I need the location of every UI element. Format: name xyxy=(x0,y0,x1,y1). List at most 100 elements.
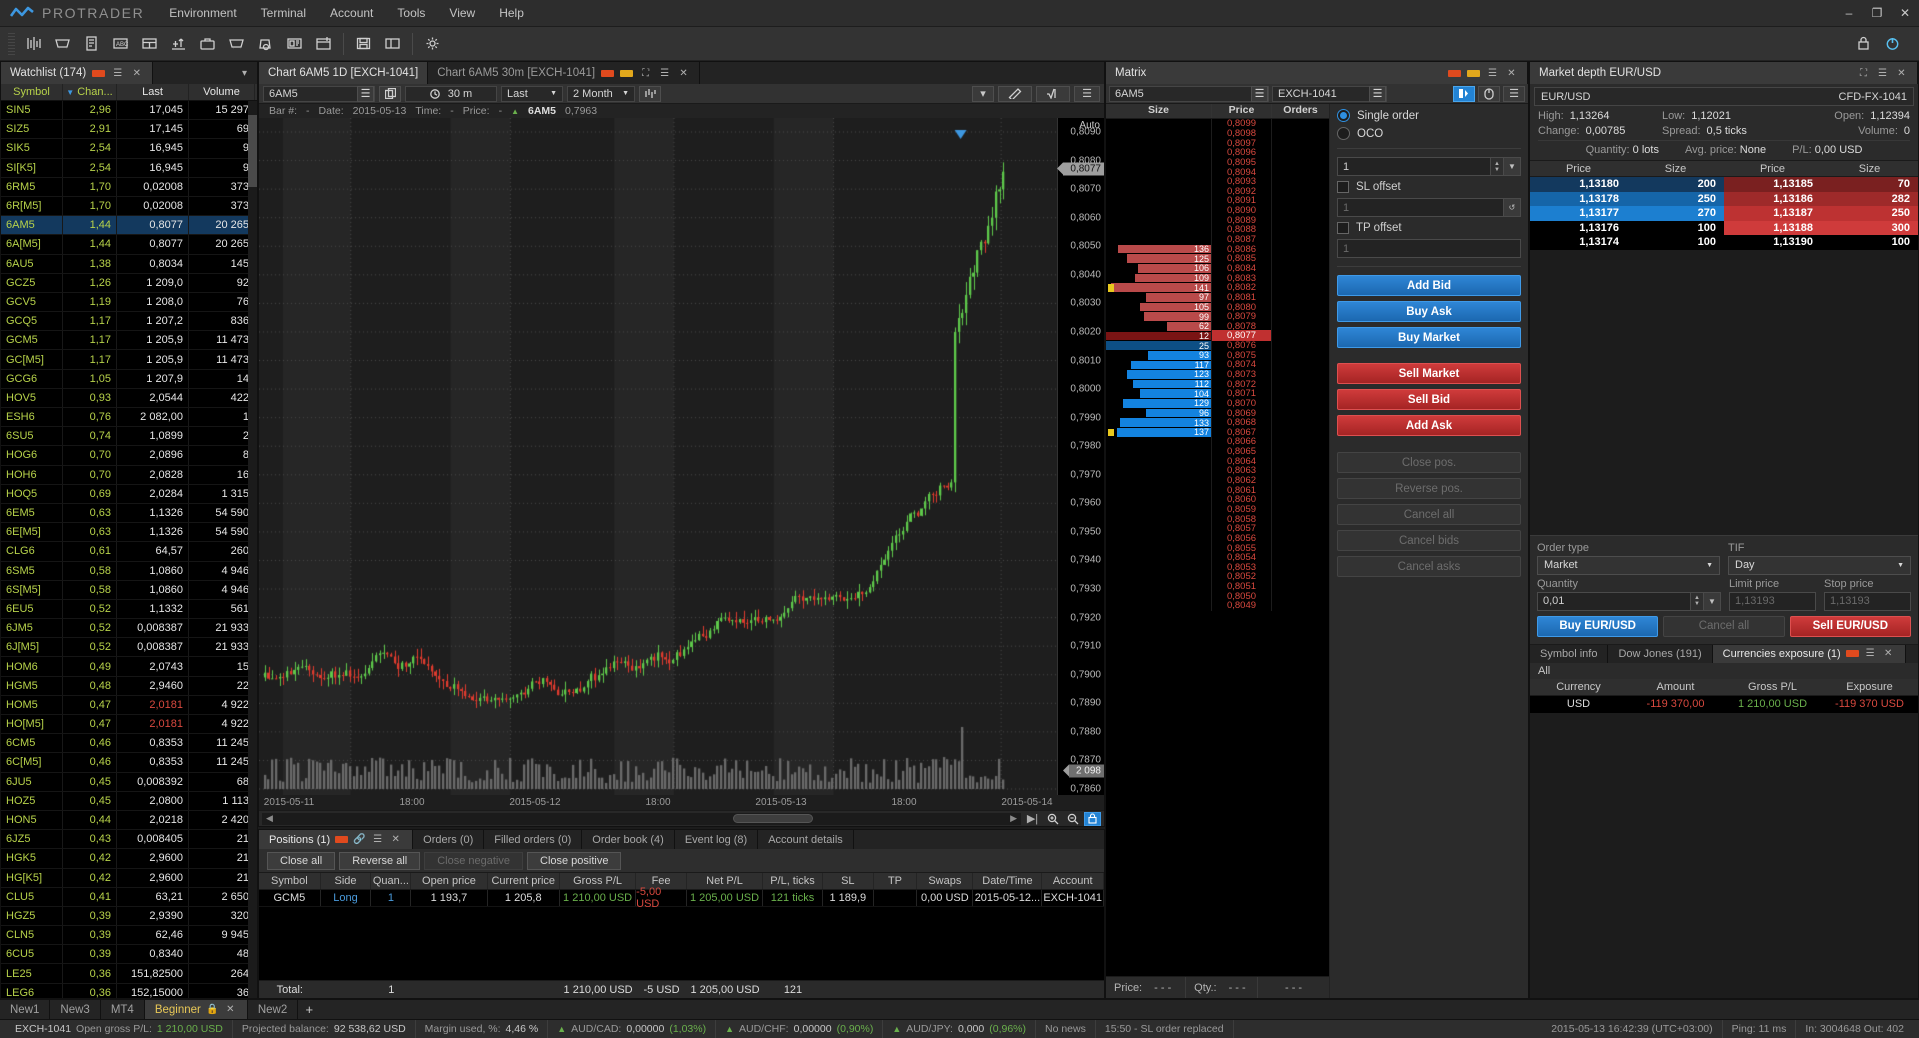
matrix-cell-orders[interactable] xyxy=(1271,215,1329,226)
calendar-icon[interactable] xyxy=(310,31,337,57)
matrix-cell-orders[interactable] xyxy=(1271,157,1329,168)
watchlist-col-symbol[interactable]: Symbol xyxy=(1,84,63,100)
positions-col-sl[interactable]: SL xyxy=(823,873,874,889)
watchlist-row[interactable]: 6JZ5 0,43 0,008405 21 xyxy=(1,830,257,850)
watchlist-dropdown-icon[interactable]: ▾ xyxy=(238,67,251,80)
sell-market-button[interactable]: Sell Market xyxy=(1337,363,1521,384)
watchlist-row[interactable]: 6EU5 0,52 1,1332 561 xyxy=(1,599,257,620)
watchlist-row[interactable]: HON5 0,44 2,0218 2 420 xyxy=(1,810,257,831)
report-icon[interactable] xyxy=(78,31,105,57)
chart-link-chip-red[interactable] xyxy=(601,69,615,77)
matrix-cell-size[interactable]: 137 xyxy=(1106,427,1211,437)
matrix-cell-orders[interactable] xyxy=(1271,340,1329,351)
chart-price-axis[interactable]: Auto 0,8090 0,8080 0,8070 0,8060 0,8050 0,804… xyxy=(1057,118,1104,795)
matrix-quantity-dropdown[interactable]: ▼ xyxy=(1504,157,1521,176)
matrix-cell-size[interactable] xyxy=(1106,514,1211,524)
watchlist-row[interactable]: 6SM5 0,58 1,0860 4 946 xyxy=(1,561,257,581)
tab-filled-orders[interactable]: Filled orders (0) xyxy=(484,830,583,849)
watchlist-row[interactable]: 6JM5 0,52 0,008387 21 933 xyxy=(1,619,257,639)
watchlist-row[interactable]: CLG6 0,61 64,57 260 xyxy=(1,542,257,562)
matrix-cell-size[interactable] xyxy=(1106,476,1211,486)
tab-order-book[interactable]: Order book (4) xyxy=(582,830,675,849)
matrix-order-marker[interactable] xyxy=(1108,283,1114,292)
matrix-link-chip-yellow[interactable] xyxy=(1467,69,1480,77)
matrix-cell-size[interactable]: 123 xyxy=(1106,369,1211,379)
matrix-quantity-arrows[interactable]: ▲ ▼ xyxy=(1491,157,1504,176)
positions-col-tp[interactable]: TP xyxy=(874,873,918,889)
positions-col-symbol[interactable]: Symbol xyxy=(259,873,321,889)
watchlist-row[interactable]: 6AU5 1,38 0,8034 145 xyxy=(1,254,257,274)
matrix-cell-orders[interactable] xyxy=(1271,475,1329,486)
matrix-cell-orders[interactable] xyxy=(1271,523,1329,534)
depth-quantity-stepper[interactable]: ▲▼ ▼ xyxy=(1537,591,1721,611)
watchlist-row[interactable]: HO[M5] 0,47 2,0181 4 922 xyxy=(1,715,257,735)
positions-link-chip[interactable] xyxy=(335,836,349,843)
matrix-cell-size[interactable] xyxy=(1106,119,1211,129)
chart-close-icon[interactable]: ✕ xyxy=(677,67,690,80)
matrix-cell-size[interactable]: 106 xyxy=(1106,263,1211,273)
matrix-cell-size[interactable] xyxy=(1106,235,1211,245)
chart-settings-dropdown-icon[interactable]: ▾ xyxy=(972,85,994,102)
chart-canvas[interactable] xyxy=(259,118,1104,795)
chart-tab-1d[interactable]: Chart 6AM5 1D [EXCH-1041] xyxy=(259,62,429,84)
matrix-cell-size[interactable] xyxy=(1106,601,1211,611)
matrix-cell-orders[interactable] xyxy=(1271,234,1329,245)
chart-expand-icon[interactable]: ⛶ xyxy=(639,67,652,80)
watchlist-row[interactable]: CLU5 0,41 63,21 2 650 xyxy=(1,887,257,907)
matrix-cell-orders[interactable] xyxy=(1271,138,1329,148)
matrix-cell-size[interactable]: 133 xyxy=(1106,418,1211,428)
matrix-quantity-stepper[interactable]: ▲▼ ▼ xyxy=(1337,157,1521,176)
lock-icon[interactable] xyxy=(1850,31,1877,57)
exposure-filter[interactable]: All xyxy=(1530,662,1918,679)
matrix-cell-size[interactable] xyxy=(1106,447,1211,457)
chart-copy-icon[interactable] xyxy=(379,85,401,102)
matrix-cell-size[interactable] xyxy=(1106,495,1211,505)
menu-item-account[interactable]: Account xyxy=(319,1,384,25)
market-depth-icon[interactable] xyxy=(49,31,76,57)
matrix-cell-orders[interactable] xyxy=(1271,388,1329,399)
symbol-list-icon[interactable]: ☰ xyxy=(357,85,374,102)
chart-menu-icon[interactable]: ☰ xyxy=(658,67,671,80)
matrix-cell-size[interactable]: 12 xyxy=(1106,331,1211,341)
matrix-cell-size[interactable]: 97 xyxy=(1106,292,1211,302)
matrix-cell-orders[interactable] xyxy=(1271,350,1329,361)
matrix-cell-size[interactable] xyxy=(1106,485,1211,495)
matrix-cell-size[interactable] xyxy=(1106,196,1211,206)
matrix-cell-size[interactable]: 104 xyxy=(1106,389,1211,399)
workspace-tab-mt4[interactable]: MT4 xyxy=(100,1000,145,1019)
matrix-mouse-mode-icon[interactable] xyxy=(1478,85,1500,102)
depth-quantity-arrows[interactable]: ▲ ▼ xyxy=(1691,591,1704,611)
matrix-cell-orders[interactable] xyxy=(1271,601,1329,611)
watchlist-row[interactable]: GCM5 1,17 1 205,9 11 473 xyxy=(1,331,257,351)
matrix-row[interactable]: 0,8049 xyxy=(1106,600,1329,612)
tp-offset-row[interactable]: TP offset xyxy=(1337,222,1521,234)
watchlist-row[interactable]: HOQ5 0,69 2,0284 1 315 xyxy=(1,484,257,504)
zoom-out-icon[interactable] xyxy=(1064,812,1081,826)
positions-col-current-price[interactable]: Current price xyxy=(488,873,561,889)
matrix-cell-orders[interactable] xyxy=(1271,273,1329,283)
positions-close-icon[interactable]: ✕ xyxy=(389,833,402,846)
buy-ask-button[interactable]: Buy Ask xyxy=(1337,301,1521,322)
watchlist-row[interactable]: HG[K5] 0,42 2,9600 21 xyxy=(1,868,257,888)
watchlist-row[interactable]: GCQ5 1,17 1 207,2 836 xyxy=(1,312,257,332)
matrix-cell-size[interactable]: 99 xyxy=(1106,312,1211,322)
menu-item-environment[interactable]: Environment xyxy=(158,1,247,25)
matrix-cell-size[interactable] xyxy=(1106,562,1211,572)
matrix-cell-orders[interactable] xyxy=(1271,417,1329,428)
depth-close-icon[interactable]: ✕ xyxy=(1895,67,1908,80)
matrix-cell-size[interactable] xyxy=(1106,572,1211,582)
grid-icon[interactable] xyxy=(136,31,163,57)
workspace-close-icon[interactable]: ✕ xyxy=(224,1003,237,1016)
watchlist-row[interactable]: SIZ5 2,91 17,145 69 xyxy=(1,120,257,140)
matrix-link-chip-red[interactable] xyxy=(1448,69,1461,77)
watchlist-row[interactable]: GC[M5] 1,17 1 205,9 11 473 xyxy=(1,350,257,370)
matrix-cell-size[interactable] xyxy=(1106,129,1211,139)
watchlist-row[interactable]: LEG6 0,36 152,15000 36 xyxy=(1,983,257,998)
matrix-ladder-mode-icon[interactable] xyxy=(1453,85,1475,102)
workspace-tab-beginner[interactable]: Beginner 🔒 ✕ xyxy=(144,1000,248,1019)
chart-scroll-thumb[interactable] xyxy=(732,814,813,823)
oco-radio-row[interactable]: OCO xyxy=(1337,127,1521,140)
reverse-all-button[interactable]: Reverse all xyxy=(339,851,421,870)
matrix-cell-size[interactable]: 25 xyxy=(1106,341,1211,351)
chart-plot-area[interactable]: Auto 0,8090 0,8080 0,8070 0,8060 0,8050 0,804… xyxy=(259,118,1104,795)
